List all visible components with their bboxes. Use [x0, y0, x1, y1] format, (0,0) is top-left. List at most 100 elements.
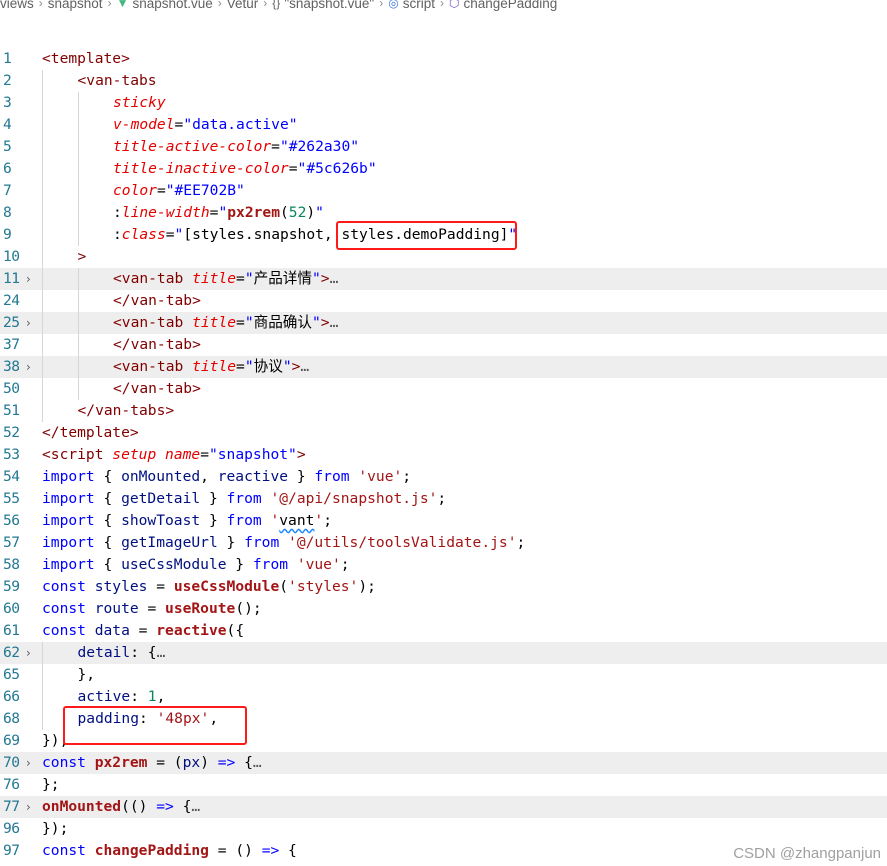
code-token: ;	[323, 512, 333, 529]
indent-guide	[77, 290, 79, 312]
breadcrumb-item-file[interactable]: ▼ snapshot.vue	[117, 0, 213, 11]
indent-guide	[77, 180, 79, 202]
code-token: =	[288, 160, 298, 177]
code-token: sticky	[113, 94, 166, 111]
code-line[interactable]: 11 › <van-tab title="产品详情">…	[0, 268, 887, 290]
indent-guide	[77, 334, 79, 356]
breadcrumb-item-views[interactable]: views	[0, 0, 34, 11]
code-line[interactable]: 70 › const px2rem = (px) => {…	[0, 752, 887, 774]
code-line[interactable]: 58 import { useCssModule } from 'vue';	[0, 554, 887, 576]
breadcrumb-item-vetur[interactable]: Vetur	[227, 0, 259, 11]
code-token: }	[200, 490, 227, 507]
line-number: 55	[3, 490, 20, 507]
breadcrumb-item-script[interactable]: ◎ script	[388, 0, 435, 11]
fold-chevron-icon[interactable]: ›	[26, 356, 38, 378]
indent-guide	[77, 92, 79, 114]
fold-chevron-icon[interactable]: ›	[26, 312, 38, 334]
code-text: const changePadding = () => {	[42, 840, 297, 862]
code-token: =>	[217, 754, 236, 771]
code-token: title	[192, 270, 237, 287]
code-token: setup	[112, 446, 157, 463]
code-token: getImageUrl	[121, 534, 218, 551]
code-token: …	[300, 358, 310, 375]
line-number: 37	[3, 336, 20, 353]
breadcrumb-item-module[interactable]: {} "snapshot.vue"	[272, 0, 374, 11]
code-token: 'vue'	[358, 468, 403, 485]
indent-guide	[42, 356, 43, 378]
code-line[interactable]: 25 › <van-tab title="商品确认">…	[0, 312, 887, 334]
code-line[interactable]: 1 <template>	[0, 48, 887, 70]
code-line[interactable]: 24 </van-tab>	[0, 290, 887, 312]
code-token: route	[94, 600, 139, 617]
code-token: <template>	[42, 50, 130, 67]
code-line[interactable]: 6 title-inactive-color="#5c626b"	[0, 158, 887, 180]
code-text: sticky	[113, 92, 166, 114]
code-line[interactable]: 96});	[0, 818, 887, 840]
code-text: title-active-color="#262a30"	[113, 136, 359, 158]
code-line[interactable]: 56 import { showToast } from 'vant';	[0, 510, 887, 532]
code-text: import { getImageUrl } from '@/utils/too…	[42, 532, 525, 554]
code-token: import	[42, 490, 95, 507]
code-token: =>	[156, 798, 174, 815]
code-text: },	[78, 664, 96, 686]
code-line[interactable]: 3 sticky	[0, 92, 887, 114]
code-line[interactable]: 55 import { getDetail } from '@/api/snaps…	[0, 488, 887, 510]
code-token: },	[77, 666, 96, 683]
code-token: );	[358, 578, 376, 595]
code-line[interactable]: 60 const route = useRoute();	[0, 598, 887, 620]
script-icon: ◎	[388, 0, 399, 10]
code-token: '	[270, 512, 280, 529]
code-token: showToast	[121, 512, 201, 529]
code-token: const	[42, 600, 86, 617]
braces-icon: {}	[272, 0, 281, 10]
line-number: 50	[3, 380, 20, 397]
code-line[interactable]: 7 color="#EE702B"	[0, 180, 887, 202]
code-token: 商品确认	[253, 314, 312, 331]
code-token: useRoute	[165, 600, 236, 617]
breadcrumb-item-method[interactable]: ⬡ changePadding	[449, 0, 557, 11]
fold-chevron-icon[interactable]: ›	[26, 642, 38, 664]
code-text: const styles = useCssModule('styles');	[42, 576, 376, 598]
code-token: useCssModule	[121, 556, 227, 573]
fold-chevron-icon[interactable]: ›	[26, 796, 38, 818]
code-line[interactable]: 61 const data = reactive({	[0, 620, 887, 642]
code-line[interactable]: 54 import { onMounted, reactive } from 'v…	[0, 466, 887, 488]
line-number: 25	[3, 314, 20, 331]
code-line[interactable]: 37 </van-tab>	[0, 334, 887, 356]
line-number: 4	[3, 116, 12, 133]
code-token: "	[174, 226, 184, 243]
code-line[interactable]: 4 v-model="data.active"	[0, 114, 887, 136]
code-line[interactable]: 50 </van-tab>	[0, 378, 887, 400]
code-token: reactive	[217, 468, 289, 485]
code-token: =	[236, 314, 245, 331]
code-line[interactable]: 51 </van-tabs>	[0, 400, 887, 422]
code-token: px2rem	[227, 204, 280, 221]
code-line[interactable]: 52 </template>	[0, 422, 887, 444]
fold-chevron-icon[interactable]: ›	[26, 752, 38, 774]
code-text: </van-tab>	[113, 334, 201, 356]
code-line[interactable]: 65},	[0, 664, 887, 686]
code-token: name	[165, 446, 201, 463]
code-line[interactable]: 2 <van-tabs	[0, 70, 887, 92]
code-line[interactable]: 62 › detail: {…	[0, 642, 887, 664]
code-line[interactable]: 5 title-active-color="#262a30"	[0, 136, 887, 158]
code-token: …	[156, 644, 166, 661]
breadcrumb-item-snapshot[interactable]: snapshot	[48, 0, 103, 11]
line-number: 58	[3, 556, 20, 573]
indent-guide	[42, 378, 43, 400]
code-token: =	[236, 358, 245, 375]
line-number: 1	[3, 50, 12, 67]
fold-chevron-icon[interactable]: ›	[26, 268, 38, 290]
code-line[interactable]: 66 active: 1,	[0, 686, 887, 708]
code-line[interactable]: 57 import { getImageUrl } from '@/utils/t…	[0, 532, 887, 554]
code-line[interactable]: 38 › <van-tab title="协议">…	[0, 356, 887, 378]
code-line[interactable]: 59 const styles = useCssModule('styles');	[0, 576, 887, 598]
code-line[interactable]: 53 <script setup name="snapshot">	[0, 444, 887, 466]
code-line[interactable]: 77 › onMounted(() => {…	[0, 796, 887, 818]
code-line[interactable]: 76};	[0, 774, 887, 796]
indent-guide	[42, 114, 43, 136]
code-token: </van-tabs>	[77, 402, 175, 419]
code-token: detail	[77, 644, 131, 661]
indent-guide	[42, 180, 43, 202]
